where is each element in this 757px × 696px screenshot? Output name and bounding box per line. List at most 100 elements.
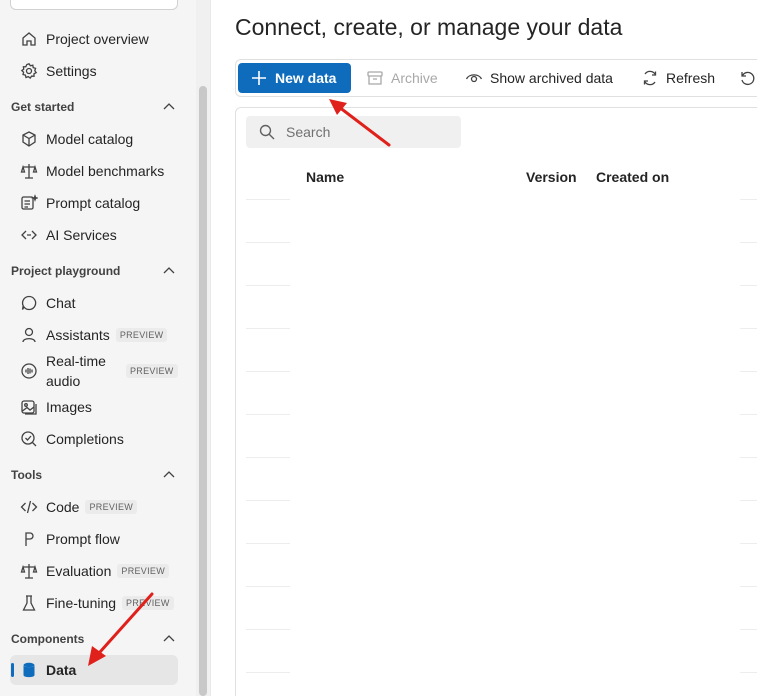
table-row-divider — [740, 629, 757, 630]
show-archived-button[interactable]: Show archived data — [465, 63, 613, 93]
table-row-divider — [740, 285, 757, 286]
app-root: Project overview Settings Get started Mo… — [0, 0, 757, 696]
table-row-divider — [740, 414, 757, 415]
search-icon — [258, 123, 276, 141]
flask-icon — [20, 594, 38, 612]
refresh-label: Refresh — [666, 70, 716, 86]
cube-icon — [20, 130, 38, 148]
section-header-tools[interactable]: Tools — [11, 465, 176, 485]
flow-icon — [20, 530, 38, 548]
table-row-divider — [246, 414, 290, 415]
sidebar-item-evaluation[interactable]: Evaluation PREVIEW — [10, 556, 178, 586]
table-row-divider — [246, 371, 290, 372]
refresh-icon — [641, 69, 659, 87]
table-row-divider — [246, 457, 290, 458]
sidebar-item-ai-services[interactable]: AI Services — [10, 220, 178, 250]
section-header-get-started[interactable]: Get started — [11, 97, 176, 117]
chat-icon — [20, 294, 38, 312]
table-row-divider — [246, 543, 290, 544]
sidebar-item-assistants[interactable]: Assistants PREVIEW — [10, 320, 178, 350]
archive-button[interactable]: Archive — [366, 63, 438, 93]
home-icon — [20, 30, 38, 48]
column-header-version[interactable]: Version — [526, 169, 577, 185]
sidebar-scrollbar[interactable] — [196, 0, 210, 696]
section-title: Components — [11, 632, 85, 646]
assistant-icon — [20, 326, 38, 344]
sidebar-item-project-overview[interactable]: Project overview — [10, 24, 178, 54]
sidebar-item-prompt-catalog[interactable]: Prompt catalog — [10, 188, 178, 218]
sidebar-item-label: Prompt catalog — [46, 195, 141, 211]
scales-icon — [20, 562, 38, 580]
table-row-divider — [740, 543, 757, 544]
column-header-name[interactable]: Name — [306, 169, 344, 185]
scales-icon — [20, 162, 38, 180]
sidebar: Project overview Settings Get started Mo… — [0, 0, 196, 696]
new-data-label: New data — [275, 70, 337, 86]
command-toolbar: New data Archive Show archived data Refr… — [235, 59, 757, 97]
preview-badge: PREVIEW — [117, 564, 169, 578]
link-icon — [20, 226, 38, 244]
refresh-button[interactable]: Refresh — [641, 63, 715, 93]
table-row-divider — [246, 586, 290, 587]
preview-badge: PREVIEW — [115, 328, 168, 342]
eye-icon — [465, 69, 483, 87]
sidebar-item-label: Evaluation — [46, 563, 112, 579]
sidebar-item-label: Chat — [46, 295, 76, 311]
preview-badge: PREVIEW — [126, 364, 178, 378]
table-row-divider — [246, 672, 290, 673]
chevron-up-icon — [163, 267, 175, 274]
table-row-divider — [740, 586, 757, 587]
page-title: Connect, create, or manage your data — [235, 14, 623, 40]
database-icon — [20, 661, 38, 679]
table-row-divider — [740, 328, 757, 329]
preview-badge: PREVIEW — [122, 596, 174, 610]
table-row-divider — [740, 457, 757, 458]
table-row-divider — [246, 199, 290, 200]
sidebar-item-label: Model catalog — [46, 131, 134, 147]
sidebar-item-label: Data — [46, 662, 77, 678]
sidebar-item-label: Real-time audio — [46, 353, 106, 389]
sidebar-item-code[interactable]: Code PREVIEW — [10, 492, 178, 522]
table-row-divider — [740, 242, 757, 243]
sidebar-item-label: Images — [46, 399, 92, 415]
archive-icon — [366, 69, 384, 87]
table-row-divider — [246, 242, 290, 243]
archive-label: Archive — [391, 70, 438, 86]
undo-button[interactable] — [738, 63, 757, 93]
show-archived-label: Show archived data — [490, 70, 613, 86]
column-header-created-on[interactable]: Created on — [596, 169, 669, 185]
divider — [210, 0, 211, 696]
table-row-divider — [740, 199, 757, 200]
chevron-up-icon — [163, 635, 175, 642]
sidebar-item-label: Completions — [46, 431, 124, 447]
new-data-button[interactable]: New data — [238, 63, 351, 93]
sidebar-item-label: Project overview — [46, 31, 149, 47]
sidebar-item-completions[interactable]: Completions — [10, 424, 178, 454]
sidebar-item-chat[interactable]: Chat — [10, 288, 178, 318]
sidebar-item-fine-tuning[interactable]: Fine-tuning PREVIEW — [10, 588, 178, 618]
chevron-up-icon — [163, 471, 175, 478]
sidebar-search-box[interactable] — [10, 0, 178, 10]
sidebar-item-settings[interactable]: Settings — [10, 56, 178, 86]
sidebar-item-images[interactable]: Images — [10, 392, 178, 422]
sidebar-item-data[interactable]: Data — [10, 655, 178, 685]
section-title: Tools — [11, 468, 43, 482]
table-row-divider — [740, 500, 757, 501]
table-row-divider — [246, 500, 290, 501]
table-row-divider — [740, 672, 757, 673]
sidebar-item-model-benchmarks[interactable]: Model benchmarks — [10, 156, 178, 186]
gear-icon — [20, 62, 38, 80]
scrollbar-thumb[interactable] — [199, 86, 207, 696]
section-header-project-playground[interactable]: Project playground — [11, 261, 176, 281]
image-icon — [20, 398, 38, 416]
sidebar-item-label: Code — [46, 499, 80, 515]
table-row-divider — [740, 371, 757, 372]
sidebar-item-real-time-audio[interactable]: Real-time audio PREVIEW — [10, 350, 178, 392]
search-placeholder: Search — [286, 124, 331, 140]
sidebar-item-prompt-flow[interactable]: Prompt flow — [10, 524, 178, 554]
search-input[interactable]: Search — [246, 116, 461, 148]
chevron-up-icon — [163, 103, 175, 110]
sidebar-item-model-catalog[interactable]: Model catalog — [10, 124, 178, 154]
code-icon — [20, 498, 38, 516]
section-header-components[interactable]: Components — [11, 629, 176, 649]
